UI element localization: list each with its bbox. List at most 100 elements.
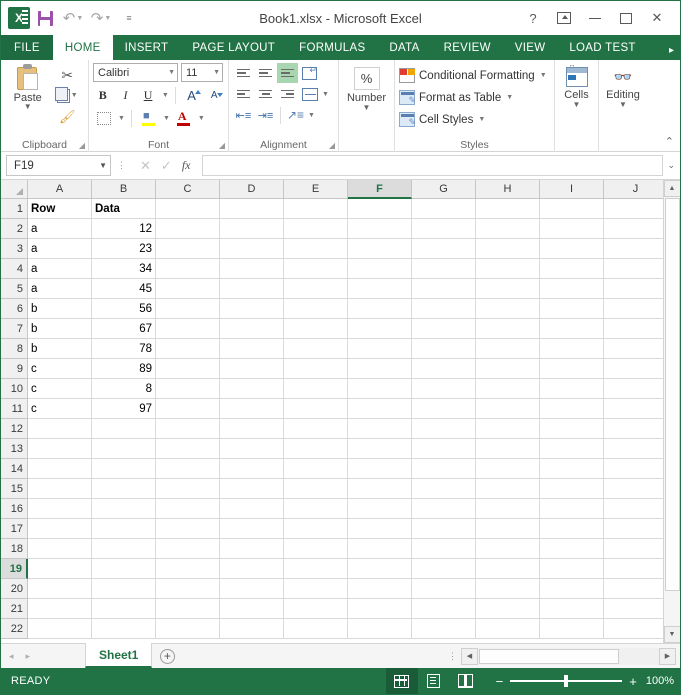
cell-J14[interactable] (604, 459, 663, 479)
row-header-7[interactable]: 7 (1, 319, 28, 339)
cell-F12[interactable] (348, 419, 412, 439)
tab-formulas[interactable]: FORMULAS (287, 35, 377, 60)
cell-F19[interactable] (348, 559, 412, 579)
cell-D20[interactable] (220, 579, 284, 599)
cell-I13[interactable] (540, 439, 604, 459)
cell-E6[interactable] (284, 299, 348, 319)
cell-H16[interactable] (476, 499, 540, 519)
underline-button[interactable]: U (138, 85, 158, 105)
cell-G22[interactable] (412, 619, 476, 639)
cell-D11[interactable] (220, 399, 284, 419)
cell-G4[interactable] (412, 259, 476, 279)
cell-I3[interactable] (540, 239, 604, 259)
cell-I10[interactable] (540, 379, 604, 399)
orientation-dropdown-icon[interactable]: ▼ (308, 112, 315, 119)
cell-I5[interactable] (540, 279, 604, 299)
cell-C18[interactable] (156, 539, 220, 559)
cell-I16[interactable] (540, 499, 604, 519)
cell-D5[interactable] (220, 279, 284, 299)
cell-F10[interactable] (348, 379, 412, 399)
tab-load-test[interactable]: LOAD TEST (557, 35, 647, 60)
page-break-view-button[interactable] (450, 668, 482, 694)
maximize-button[interactable] (611, 5, 641, 31)
tab-overflow-button[interactable]: ▸ (669, 45, 680, 60)
cell-H2[interactable] (476, 219, 540, 239)
row-header-1[interactable]: 1 (1, 199, 28, 219)
column-header-f[interactable]: F (348, 180, 412, 199)
cell-G19[interactable] (412, 559, 476, 579)
next-sheet-button[interactable]: ▸ (26, 651, 31, 662)
font-color-button[interactable]: A (173, 108, 194, 128)
editing-button[interactable]: 👓 Editing ▼ (603, 63, 643, 136)
cell-B22[interactable] (92, 619, 156, 639)
font-name-combo[interactable]: Calibri ▼ (93, 63, 178, 82)
align-center-button[interactable] (255, 84, 276, 104)
cell-H17[interactable] (476, 519, 540, 539)
cell-F6[interactable] (348, 299, 412, 319)
cell-D8[interactable] (220, 339, 284, 359)
cell-B4[interactable]: 34 (92, 259, 156, 279)
tab-file[interactable]: FILE (1, 35, 53, 60)
cell-F14[interactable] (348, 459, 412, 479)
column-header-j[interactable]: J (604, 180, 663, 199)
cell-J9[interactable] (604, 359, 663, 379)
cell-A4[interactable]: a (28, 259, 92, 279)
row-header-11[interactable]: 11 (1, 399, 28, 419)
cell-B8[interactable]: 78 (92, 339, 156, 359)
cell-E7[interactable] (284, 319, 348, 339)
vertical-scroll-track[interactable] (664, 197, 681, 626)
cell-H3[interactable] (476, 239, 540, 259)
cell-I2[interactable] (540, 219, 604, 239)
select-all-button[interactable] (1, 180, 28, 199)
new-sheet-button[interactable]: + (152, 649, 182, 664)
cell-F15[interactable] (348, 479, 412, 499)
row-header-14[interactable]: 14 (1, 459, 28, 479)
cell-D19[interactable] (220, 559, 284, 579)
row-header-10[interactable]: 10 (1, 379, 28, 399)
zoom-out-button[interactable]: − (496, 675, 504, 688)
cell-G8[interactable] (412, 339, 476, 359)
cell-B13[interactable] (92, 439, 156, 459)
merge-center-button[interactable] (299, 84, 320, 104)
cell-E22[interactable] (284, 619, 348, 639)
cell-I12[interactable] (540, 419, 604, 439)
cell-G5[interactable] (412, 279, 476, 299)
cell-C14[interactable] (156, 459, 220, 479)
horizontal-scrollbar[interactable]: ◀ ▶ (461, 648, 676, 665)
row-header-20[interactable]: 20 (1, 579, 28, 599)
cell-J22[interactable] (604, 619, 663, 639)
cell-J12[interactable] (604, 419, 663, 439)
cell-A16[interactable] (28, 499, 92, 519)
collapse-ribbon-button[interactable]: ⌃ (665, 135, 674, 148)
bottom-align-button[interactable] (277, 63, 298, 83)
row-header-17[interactable]: 17 (1, 519, 28, 539)
cell-A3[interactable]: a (28, 239, 92, 259)
previous-sheet-button[interactable]: ◂ (9, 651, 14, 662)
cell-E11[interactable] (284, 399, 348, 419)
cell-G9[interactable] (412, 359, 476, 379)
font-color-dropdown-icon[interactable]: ▼ (198, 115, 205, 122)
cancel-formula-button[interactable]: ✕ (140, 158, 151, 174)
cell-B6[interactable]: 56 (92, 299, 156, 319)
cell-A14[interactable] (28, 459, 92, 479)
cell-C1[interactable] (156, 199, 220, 219)
cell-C11[interactable] (156, 399, 220, 419)
cell-A13[interactable] (28, 439, 92, 459)
cell-B12[interactable] (92, 419, 156, 439)
page-layout-view-button[interactable] (418, 668, 450, 694)
cell-J20[interactable] (604, 579, 663, 599)
cell-J6[interactable] (604, 299, 663, 319)
cell-F20[interactable] (348, 579, 412, 599)
cell-I20[interactable] (540, 579, 604, 599)
cell-I19[interactable] (540, 559, 604, 579)
cell-G2[interactable] (412, 219, 476, 239)
italic-button[interactable]: I (116, 85, 136, 105)
enter-formula-button[interactable]: ✓ (161, 158, 172, 174)
borders-dropdown-icon[interactable]: ▼ (118, 115, 125, 122)
cell-G12[interactable] (412, 419, 476, 439)
merge-dropdown-icon[interactable]: ▼ (322, 91, 329, 98)
cell-H18[interactable] (476, 539, 540, 559)
normal-view-button[interactable] (386, 668, 418, 694)
tab-home[interactable]: HOME (53, 35, 113, 60)
cell-E3[interactable] (284, 239, 348, 259)
